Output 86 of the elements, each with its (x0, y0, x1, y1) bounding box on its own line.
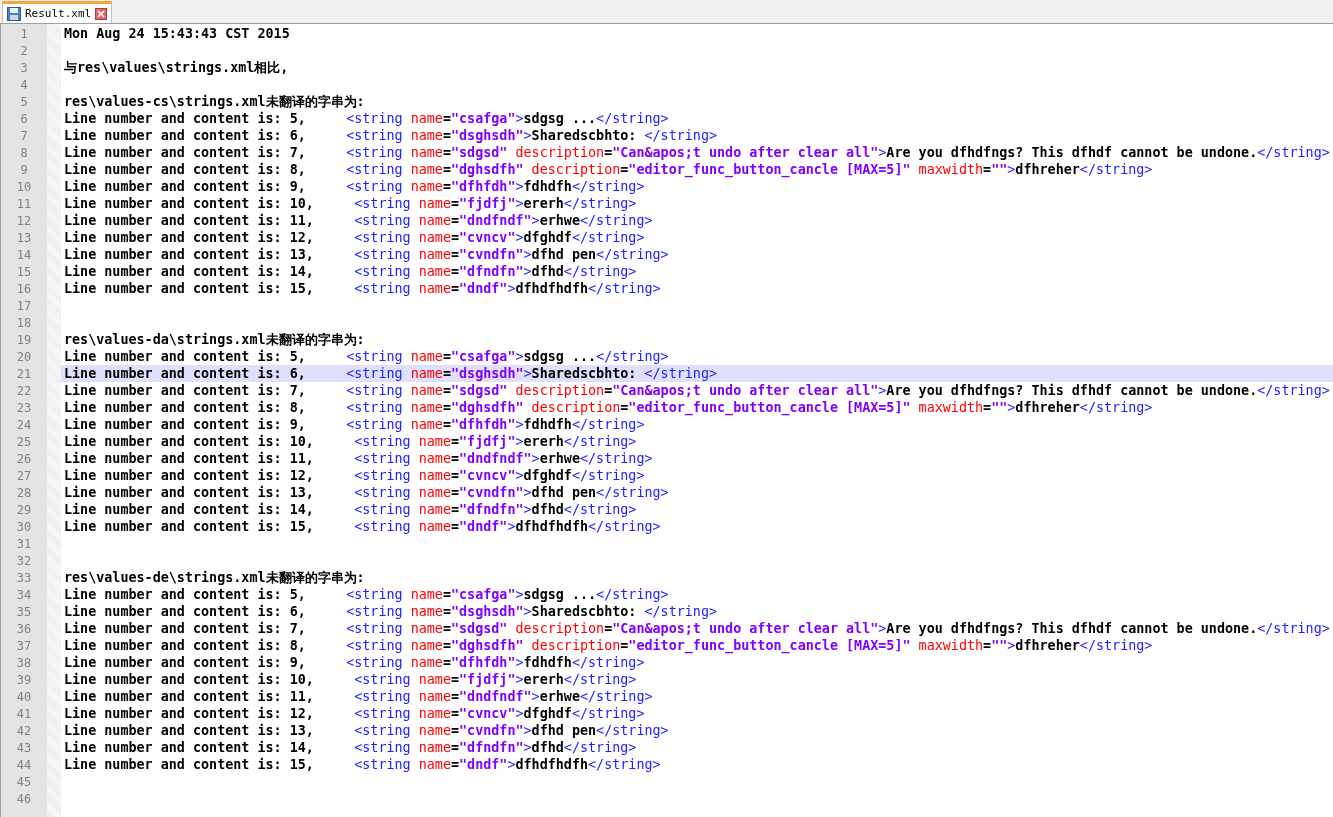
code-line: Line number and content is: 12, <string name="cvncv">dfghdf</string> (64, 229, 645, 246)
line-number: 10 (16, 179, 32, 194)
code-line: Line number and content is: 8, <string name="dghsdfh" description="editor_func_button_cancle [MAX=5]" maxwidth="">dfhreher</string> (64, 399, 1153, 416)
line-number: 44 (16, 757, 32, 772)
line-number: 16 (16, 281, 32, 296)
line-number: 25 (16, 434, 32, 449)
code-line: res\values-de\strings.xml未翻译的字串为: (64, 569, 365, 586)
code-line: Line number and content is: 13, <string name="cvndfn">dfhd pen</string> (64, 484, 669, 501)
code-line: Line number and content is: 7, <string name="sdgsd" description="Can&apos;t undo after clear all">Are you dfhdfngs? This dfhdf cannot be undone.</string> (64, 144, 1330, 161)
code-line: Line number and content is: 11, <string name="dndfndf">erhwe</string> (64, 212, 653, 229)
line-number: 22 (16, 383, 32, 398)
line-number: 38 (16, 655, 32, 670)
code-line: Line number and content is: 13, <string name="cvndfn">dfhd pen</string> (64, 246, 669, 263)
code-line: Line number and content is: 10, <string name="fjdfj">ererh</string> (64, 195, 637, 212)
line-number: 37 (16, 638, 32, 653)
line-number: 1 (20, 26, 28, 41)
line-number: 30 (16, 519, 32, 534)
line-number: 14 (16, 247, 32, 262)
code-line: Line number and content is: 5, <string name="csafga">sdgsg ...</string> (64, 586, 669, 603)
code-line: Line number and content is: 8, <string name="dghsdfh" description="editor_func_button_cancle [MAX=5]" maxwidth="">dfhreher</string> (64, 637, 1153, 654)
code-line: Line number and content is: 6, <string name="dsghsdh">Sharedscbhto: </string> (64, 127, 718, 144)
line-number: 13 (16, 230, 32, 245)
line-number: 18 (16, 315, 32, 330)
line-number: 39 (16, 672, 32, 687)
line-number: 3 (20, 60, 28, 75)
line-number: 42 (16, 723, 32, 738)
line-number: 31 (16, 536, 32, 551)
line-number: 23 (16, 400, 32, 415)
code-line: Line number and content is: 7, <string name="sdgsd" description="Can&apos;t undo after clear all">Are you dfhdfngs? This dfhdf cannot be undone.</string> (64, 382, 1330, 399)
code-line: Line number and content is: 11, <string name="dndfndf">erhwe</string> (64, 450, 653, 467)
code-line: Line number and content is: 6, <string name="dsghsdh">Sharedscbhto: </string> (64, 603, 718, 620)
line-number: 33 (16, 570, 32, 585)
code-line: Line number and content is: 12, <string name="cvncv">dfghdf</string> (64, 467, 645, 484)
line-number: 34 (16, 587, 32, 602)
line-number: 36 (16, 621, 32, 636)
code-line: 与res\values\strings.xml相比, (64, 59, 289, 76)
line-number: 26 (16, 451, 32, 466)
code-line: Line number and content is: 9, <string name="dfhfdh">fdhdfh</string> (64, 654, 645, 671)
line-number: 19 (16, 332, 32, 347)
line-number: 32 (16, 553, 32, 568)
line-number: 12 (16, 213, 32, 228)
line-number: 7 (20, 128, 28, 143)
code-line: Line number and content is: 9, <string name="dfhfdh">fdhdfh</string> (64, 178, 645, 195)
line-number: 17 (16, 298, 32, 313)
code-line: res\values-cs\strings.xml未翻译的字串为: (64, 93, 365, 110)
line-number: 45 (16, 774, 32, 789)
code-line: res\values-da\strings.xml未翻译的字串为: (64, 331, 365, 348)
line-number: 15 (16, 264, 32, 279)
line-number: 28 (16, 485, 32, 500)
code-line: Line number and content is: 15, <string name="dndf">dfhdfhdfh</string> (64, 280, 661, 297)
code-line: Line number and content is: 8, <string name="dghsdfh" description="editor_func_button_cancle [MAX=5]" maxwidth="">dfhreher</string> (64, 161, 1153, 178)
code-line: Line number and content is: 9, <string name="dfhfdh">fdhdfh</string> (64, 416, 645, 433)
code-line: Line number and content is: 5, <string name="csafga">sdgsg ...</string> (64, 110, 669, 127)
code-line: Line number and content is: 14, <string name="dfndfn">dfhd</string> (64, 263, 637, 280)
code-line: Line number and content is: 15, <string name="dndf">dfhdfhdfh</string> (64, 756, 661, 773)
line-number: 27 (16, 468, 32, 483)
line-number: 11 (16, 196, 32, 211)
code-line: Line number and content is: 10, <string name="fjdfj">ererh</string> (64, 671, 637, 688)
line-number: 4 (20, 77, 28, 92)
line-number: 21 (16, 366, 32, 381)
line-number: 2 (20, 43, 28, 58)
code-line: Line number and content is: 14, <string name="dfndfn">dfhd</string> (64, 739, 637, 756)
line-number: 29 (16, 502, 32, 517)
line-number: 24 (16, 417, 32, 432)
code-line: Line number and content is: 7, <string name="sdgsd" description="Can&apos;t undo after clear all">Are you dfhdfngs? This dfhdf cannot be undone.</string> (64, 620, 1330, 637)
line-number: 41 (16, 706, 32, 721)
line-number: 35 (16, 604, 32, 619)
code-line: Line number and content is: 15, <string name="dndf">dfhdfhdfh</string> (64, 518, 661, 535)
line-number: 43 (16, 740, 32, 755)
code-line: Line number and content is: 10, <string name="fjdfj">ererh</string> (64, 433, 637, 450)
code-line: Line number and content is: 6, <string name="dsghsdh">Sharedscbhto: </string> (64, 365, 718, 382)
line-number: 8 (20, 145, 28, 160)
line-number: 9 (20, 162, 28, 177)
code-line: Line number and content is: 5, <string name="csafga">sdgsg ...</string> (64, 348, 669, 365)
code-line: Line number and content is: 11, <string name="dndfndf">erhwe</string> (64, 688, 653, 705)
line-number: 20 (16, 349, 32, 364)
file-tab[interactable]: Result.xml (2, 1, 113, 23)
line-number: 5 (20, 94, 28, 109)
code-line: Line number and content is: 12, <string name="cvncv">dfghdf</string> (64, 705, 645, 722)
line-number: 40 (16, 689, 32, 704)
line-number: 6 (20, 111, 28, 126)
code-line: Line number and content is: 14, <string name="dfndfn">dfhd</string> (64, 501, 637, 518)
close-icon[interactable] (95, 7, 108, 20)
line-number: 46 (16, 791, 32, 806)
code-line: Mon Aug 24 15:43:43 CST 2015 (64, 25, 290, 42)
code-line: Line number and content is: 13, <string name="cvndfn">dfhd pen</string> (64, 722, 669, 739)
